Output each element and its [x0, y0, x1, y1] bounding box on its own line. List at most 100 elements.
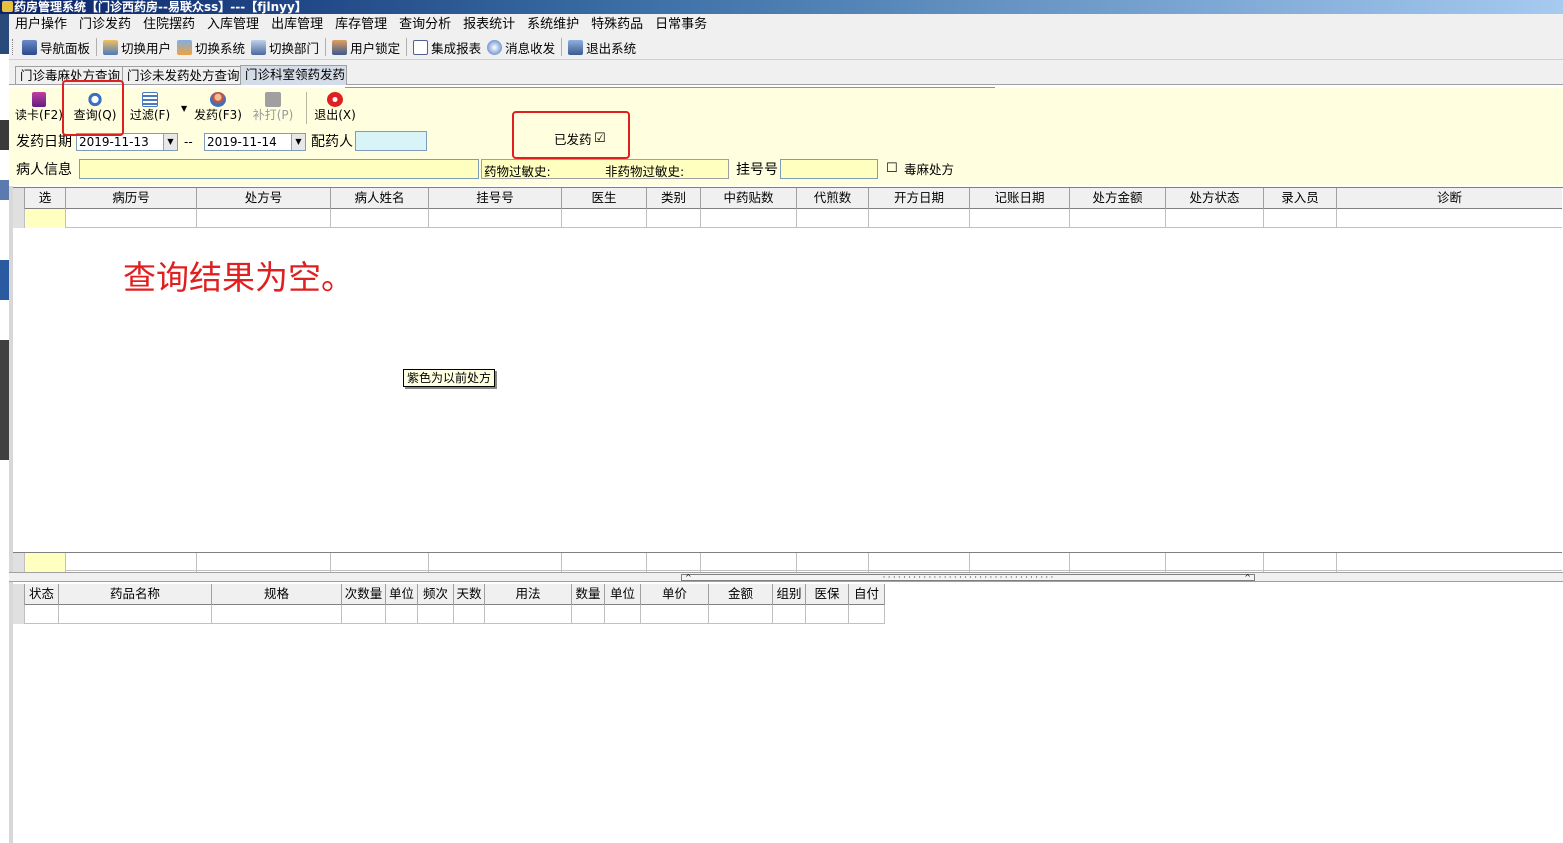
table-cell[interactable] [806, 605, 849, 624]
col-usage[interactable]: 用法 [485, 584, 572, 605]
chevron-down-icon[interactable]: ▼ [163, 134, 177, 150]
menu-daily-affairs[interactable]: 日常事务 [649, 14, 713, 35]
col-self-pay[interactable]: 自付 [849, 584, 885, 605]
chevron-up-icon[interactable]: ^ [1244, 574, 1251, 582]
col-prescribe-date[interactable]: 开方日期 [869, 188, 970, 209]
integrated-report-button[interactable]: 集成报表 [410, 38, 484, 57]
table-cell[interactable] [342, 605, 386, 624]
col-dose-qty[interactable]: 次数量 [342, 584, 386, 605]
toolbar-grip[interactable] [12, 39, 15, 55]
table-cell[interactable] [970, 209, 1070, 228]
pharmacist-input[interactable] [355, 131, 427, 151]
table-cell[interactable] [1337, 209, 1562, 228]
col-group[interactable]: 组别 [773, 584, 806, 605]
col-reg-no[interactable]: 挂号号 [429, 188, 562, 209]
table-cell[interactable] [701, 209, 797, 228]
chevron-down-icon[interactable]: ▼ [291, 134, 305, 150]
patient-info-input[interactable] [79, 159, 479, 179]
switch-system-button[interactable]: 切换系统 [174, 38, 248, 57]
table-cell[interactable] [641, 605, 709, 624]
col-frequency[interactable]: 频次 [418, 584, 454, 605]
col-dose-unit[interactable]: 单位 [386, 584, 418, 605]
menu-inventory[interactable]: 库存管理 [329, 14, 393, 35]
filter-button[interactable]: 过滤(F) [124, 92, 176, 126]
table-cell[interactable] [797, 209, 869, 228]
exit-system-button[interactable]: 退出系统 [565, 38, 639, 57]
col-herbal-doses[interactable]: 中药贴数 [701, 188, 797, 209]
tab-undispensed-query[interactable]: 门诊未发药处方查询 [122, 66, 241, 84]
table-cell[interactable] [197, 209, 331, 228]
menu-stock-in[interactable]: 入库管理 [201, 14, 265, 35]
chevron-up-icon[interactable]: ^ [685, 574, 692, 582]
message-button[interactable]: 消息收发 [484, 38, 558, 57]
menu-reports[interactable]: 报表统计 [457, 14, 521, 35]
read-card-button[interactable]: 读卡(F2) [14, 92, 64, 126]
menu-user-ops[interactable]: 用户操作 [9, 14, 73, 35]
table-cell[interactable] [331, 209, 429, 228]
switch-user-button[interactable]: 切换用户 [100, 38, 174, 57]
table-cell[interactable] [212, 605, 342, 624]
reprint-button[interactable]: 补打(P) [250, 92, 296, 126]
table-cell[interactable] [386, 605, 418, 624]
menu-outpatient-dispense[interactable]: 门诊发药 [73, 14, 137, 35]
pane-splitter[interactable]: ^ · · · · · · · · · · · · · · · · · · · … [9, 572, 1563, 582]
narcotic-checkbox[interactable]: ☐ [886, 160, 898, 178]
date-to-picker[interactable]: 2019-11-14 ▼ [204, 133, 306, 151]
table-cell[interactable] [773, 605, 806, 624]
table-cell[interactable] [1070, 209, 1166, 228]
table-cell[interactable] [418, 605, 454, 624]
user-lock-button[interactable]: 用户锁定 [329, 38, 403, 57]
table-cell[interactable] [59, 605, 212, 624]
col-doctor[interactable]: 医生 [562, 188, 647, 209]
table-cell[interactable] [66, 209, 197, 228]
col-category[interactable]: 类别 [647, 188, 701, 209]
menu-special-drugs[interactable]: 特殊药品 [585, 14, 649, 35]
table-cell[interactable] [454, 605, 485, 624]
table-cell[interactable] [25, 209, 66, 228]
tab-dept-dispense[interactable]: 门诊科室领药发药 [240, 65, 347, 85]
navigation-panel-button[interactable]: 导航面板 [19, 38, 93, 57]
table-cell[interactable] [647, 209, 701, 228]
menu-inpatient-dispense[interactable]: 住院摆药 [137, 14, 201, 35]
col-amount[interactable]: 处方金额 [1070, 188, 1166, 209]
col-days[interactable]: 天数 [454, 584, 485, 605]
table-cell[interactable] [429, 209, 562, 228]
col-drug-name[interactable]: 药品名称 [59, 584, 212, 605]
col-spec[interactable]: 规格 [212, 584, 342, 605]
table-cell[interactable] [562, 209, 647, 228]
menu-system-maintenance[interactable]: 系统维护 [521, 14, 585, 35]
table-cell[interactable] [605, 605, 641, 624]
reg-no-input[interactable] [780, 159, 878, 179]
col-insurance[interactable]: 医保 [806, 584, 849, 605]
table-cell[interactable] [485, 605, 572, 624]
filter-dropdown-icon[interactable]: ▼ [181, 104, 187, 113]
table-cell[interactable] [849, 605, 885, 624]
col-select[interactable]: 选 [25, 188, 66, 209]
splitter-handle[interactable]: ^ · · · · · · · · · · · · · · · · · · · … [681, 574, 1255, 582]
exit-button[interactable]: 退出(X) [312, 92, 358, 126]
col-patient-name[interactable]: 病人姓名 [331, 188, 429, 209]
col-diagnosis[interactable]: 诊断 [1337, 188, 1562, 209]
col-quantity[interactable]: 数量 [572, 584, 605, 605]
col-unit-price[interactable]: 单价 [641, 584, 709, 605]
table-cell[interactable] [709, 605, 773, 624]
switch-department-button[interactable]: 切换部门 [248, 38, 322, 57]
table-cell[interactable] [25, 605, 59, 624]
col-unit[interactable]: 单位 [605, 584, 641, 605]
table-cell[interactable] [1166, 209, 1264, 228]
table-cell[interactable] [572, 605, 605, 624]
table-row[interactable] [13, 209, 1562, 228]
col-record-no[interactable]: 病历号 [66, 188, 197, 209]
table-cell[interactable] [1264, 209, 1337, 228]
col-drug-status[interactable]: 状态 [25, 584, 59, 605]
col-total[interactable]: 金额 [709, 584, 773, 605]
col-prescription-no[interactable]: 处方号 [197, 188, 331, 209]
table-cell[interactable] [869, 209, 970, 228]
col-billing-date[interactable]: 记账日期 [970, 188, 1070, 209]
col-operator[interactable]: 录入员 [1264, 188, 1337, 209]
menu-query-analysis[interactable]: 查询分析 [393, 14, 457, 35]
col-decoction-count[interactable]: 代煎数 [797, 188, 869, 209]
dispense-button[interactable]: 发药(F3) [191, 92, 245, 126]
menu-stock-out[interactable]: 出库管理 [265, 14, 329, 35]
table-row[interactable] [13, 605, 885, 624]
